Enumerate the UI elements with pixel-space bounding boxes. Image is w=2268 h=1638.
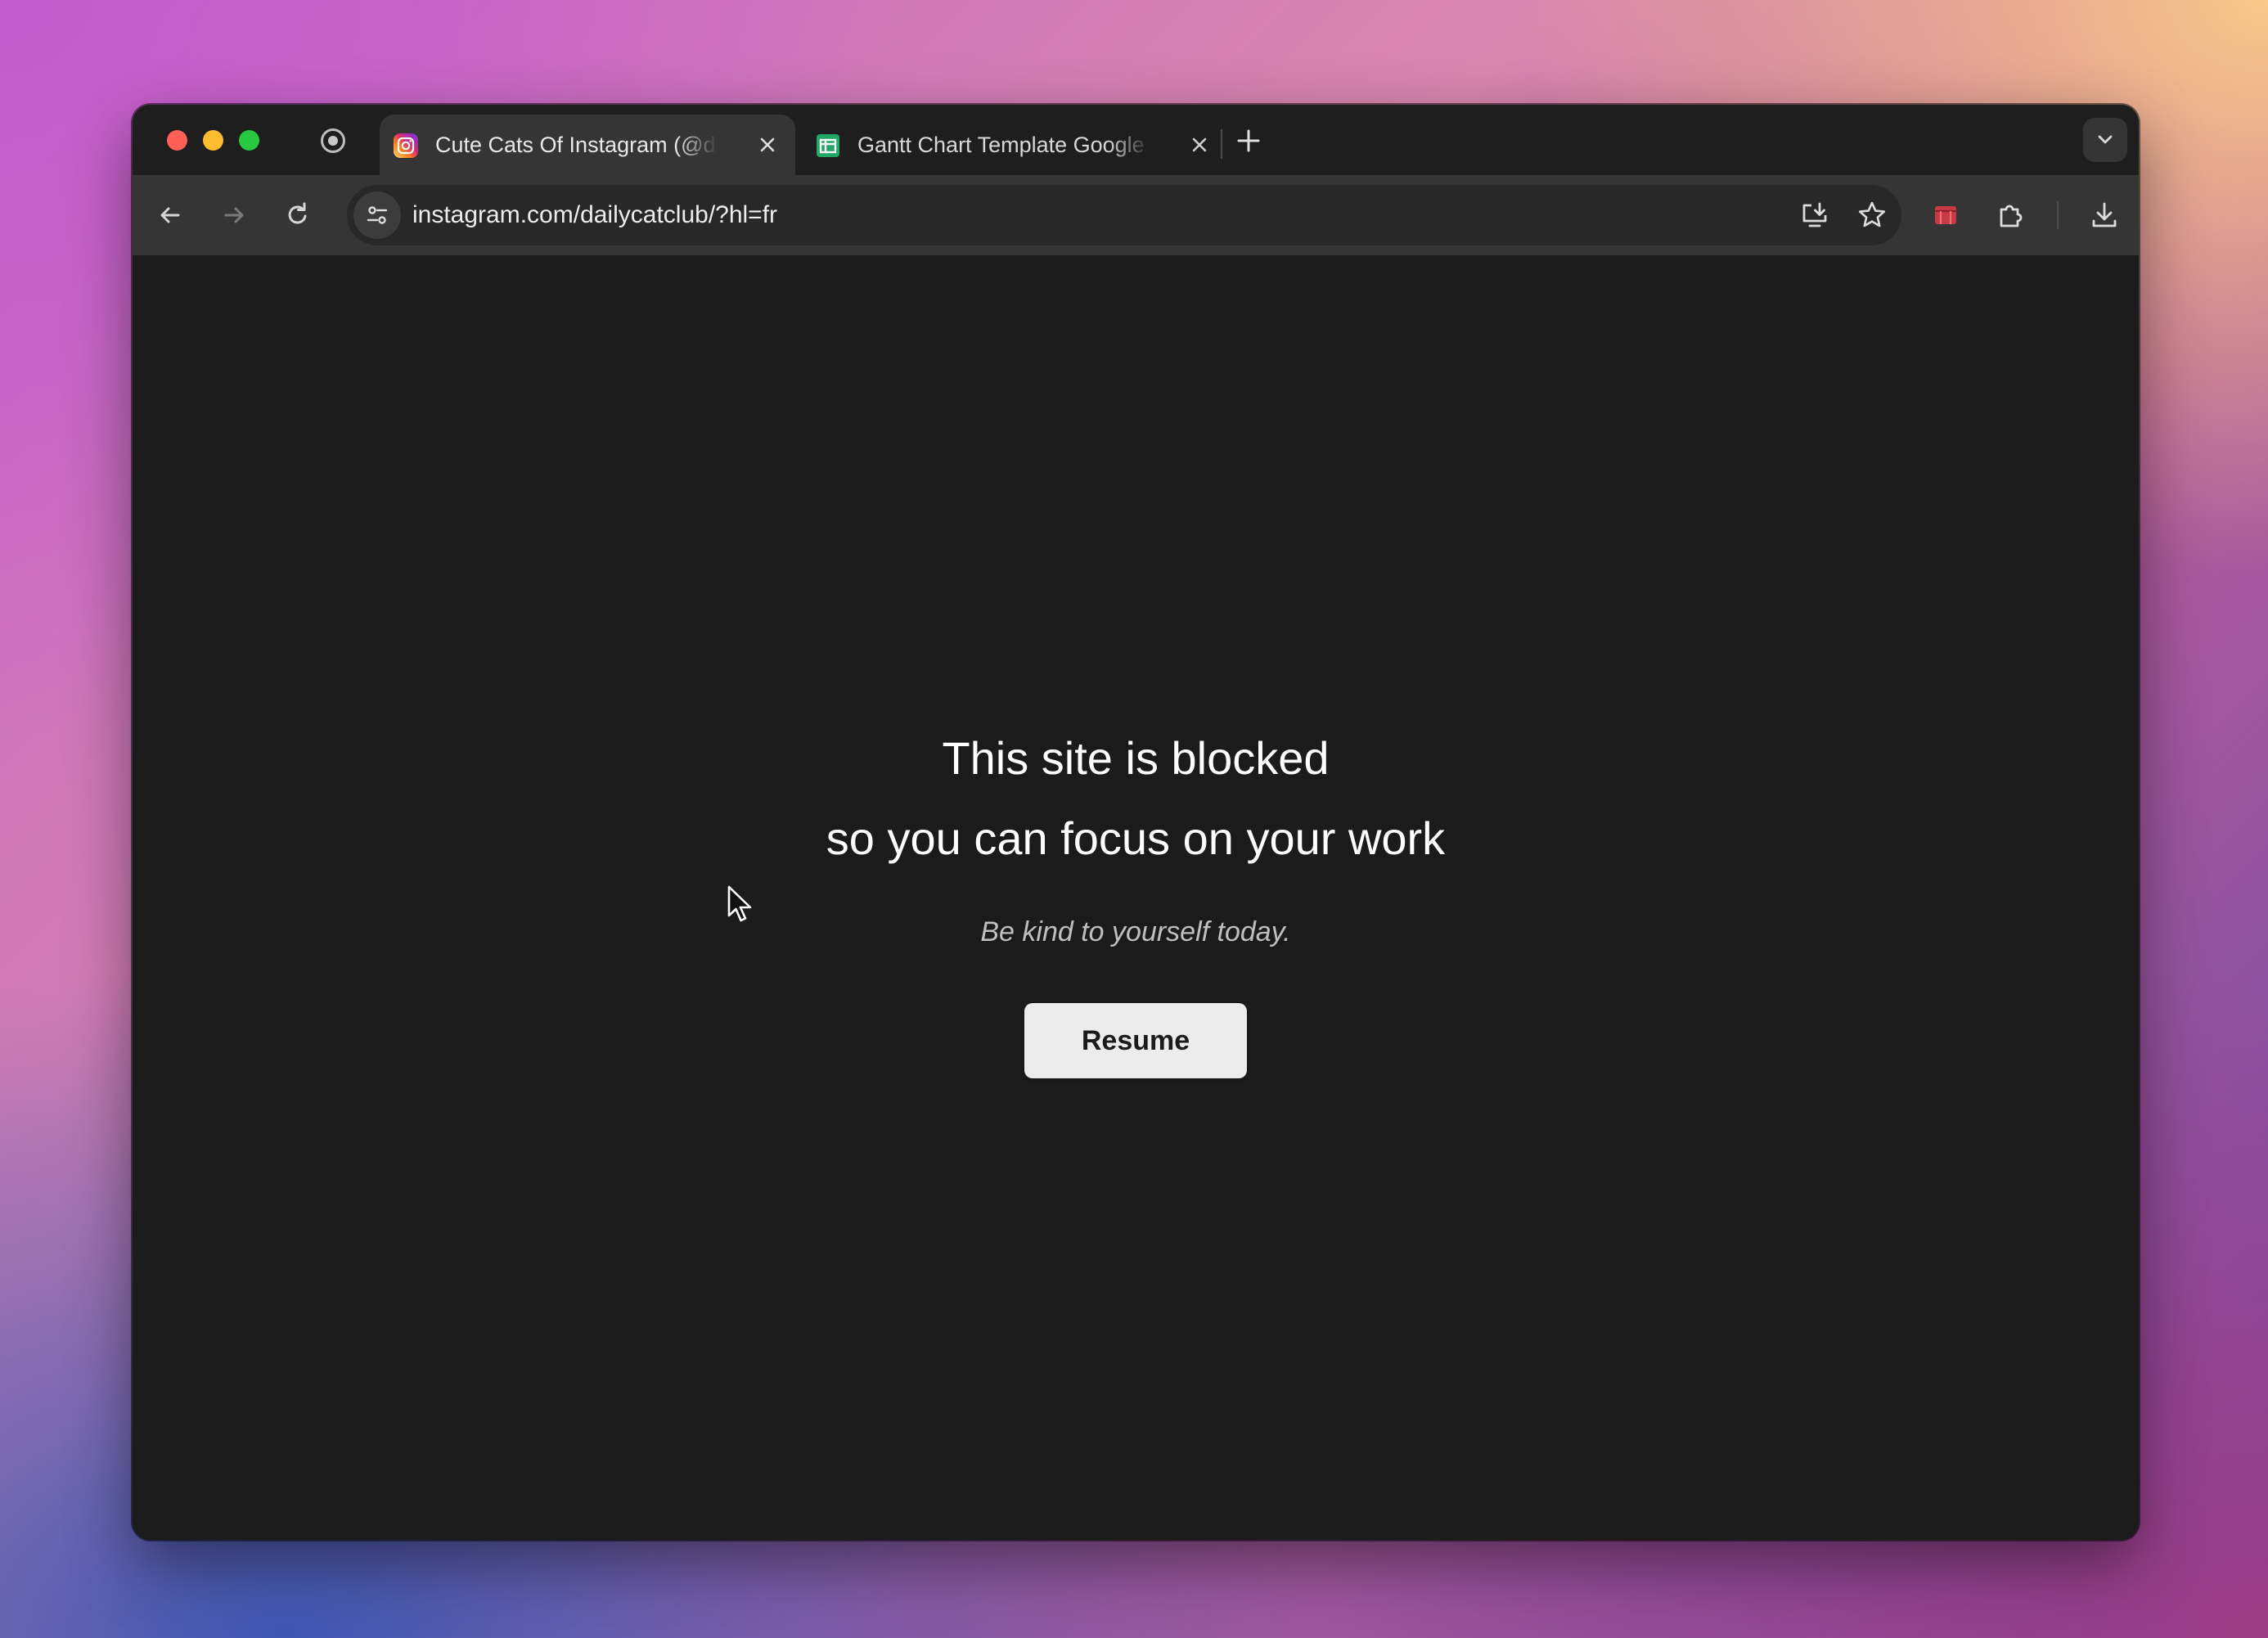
google-sheets-icon (817, 134, 839, 157)
instagram-icon (394, 133, 418, 158)
close-tab-icon[interactable] (1188, 133, 1211, 156)
chevron-down-icon (2098, 135, 2113, 144)
url-text[interactable]: instagram.com/dailycatclub/?hl=fr (412, 185, 777, 245)
close-window-button[interactable] (167, 130, 187, 151)
puzzle-icon[interactable] (1994, 199, 2027, 232)
extension-icon[interactable] (1929, 199, 1962, 232)
tab-gantt-chart[interactable]: Gantt Chart Template Google Sheets (802, 115, 1211, 175)
tune-icon (367, 206, 388, 224)
minimize-window-button[interactable] (203, 130, 223, 151)
address-bar[interactable]: instagram.com/dailycatclub/?hl=fr (347, 185, 1901, 245)
close-tab-icon[interactable] (756, 133, 779, 156)
tab-search-button[interactable] (2083, 118, 2127, 162)
forward-arrow-icon[interactable] (218, 199, 250, 232)
tab-instagram[interactable]: Cute Cats Of Instagram (@dailycatclub) (380, 115, 795, 175)
site-settings-button[interactable] (353, 191, 401, 239)
bookmark-star-icon[interactable] (1856, 199, 1888, 232)
tab-title: Cute Cats Of Instagram (@dailycatclub) (435, 133, 718, 157)
blocked-page: This site is blocked so you can focus on… (133, 255, 2139, 1540)
back-arrow-icon[interactable] (154, 199, 187, 232)
toolbar: instagram.com/dailycatclub/?hl=fr (133, 175, 2139, 255)
tab-strip: Cute Cats Of Instagram (@dailycatclub) G… (133, 105, 2139, 175)
new-tab-icon[interactable] (1234, 126, 1263, 155)
tab-title: Gantt Chart Template Google Sheets (857, 133, 1152, 157)
mouse-cursor-icon (727, 885, 752, 922)
browser-window: Cute Cats Of Instagram (@dailycatclub) G… (133, 105, 2139, 1540)
blocked-heading: This site is blocked (942, 732, 1330, 784)
install-app-icon[interactable] (1798, 199, 1831, 232)
toolbar-divider (2057, 201, 2059, 229)
tab-divider (1221, 129, 1222, 159)
blocked-subheading: so you can focus on your work (826, 812, 1446, 864)
download-icon[interactable] (2088, 199, 2121, 232)
resume-button[interactable]: Resume (1024, 1003, 1247, 1078)
maximize-window-button[interactable] (239, 130, 259, 151)
record-icon[interactable] (321, 128, 345, 153)
reload-icon[interactable] (281, 199, 314, 232)
tagline: Be kind to yourself today. (980, 916, 1291, 947)
